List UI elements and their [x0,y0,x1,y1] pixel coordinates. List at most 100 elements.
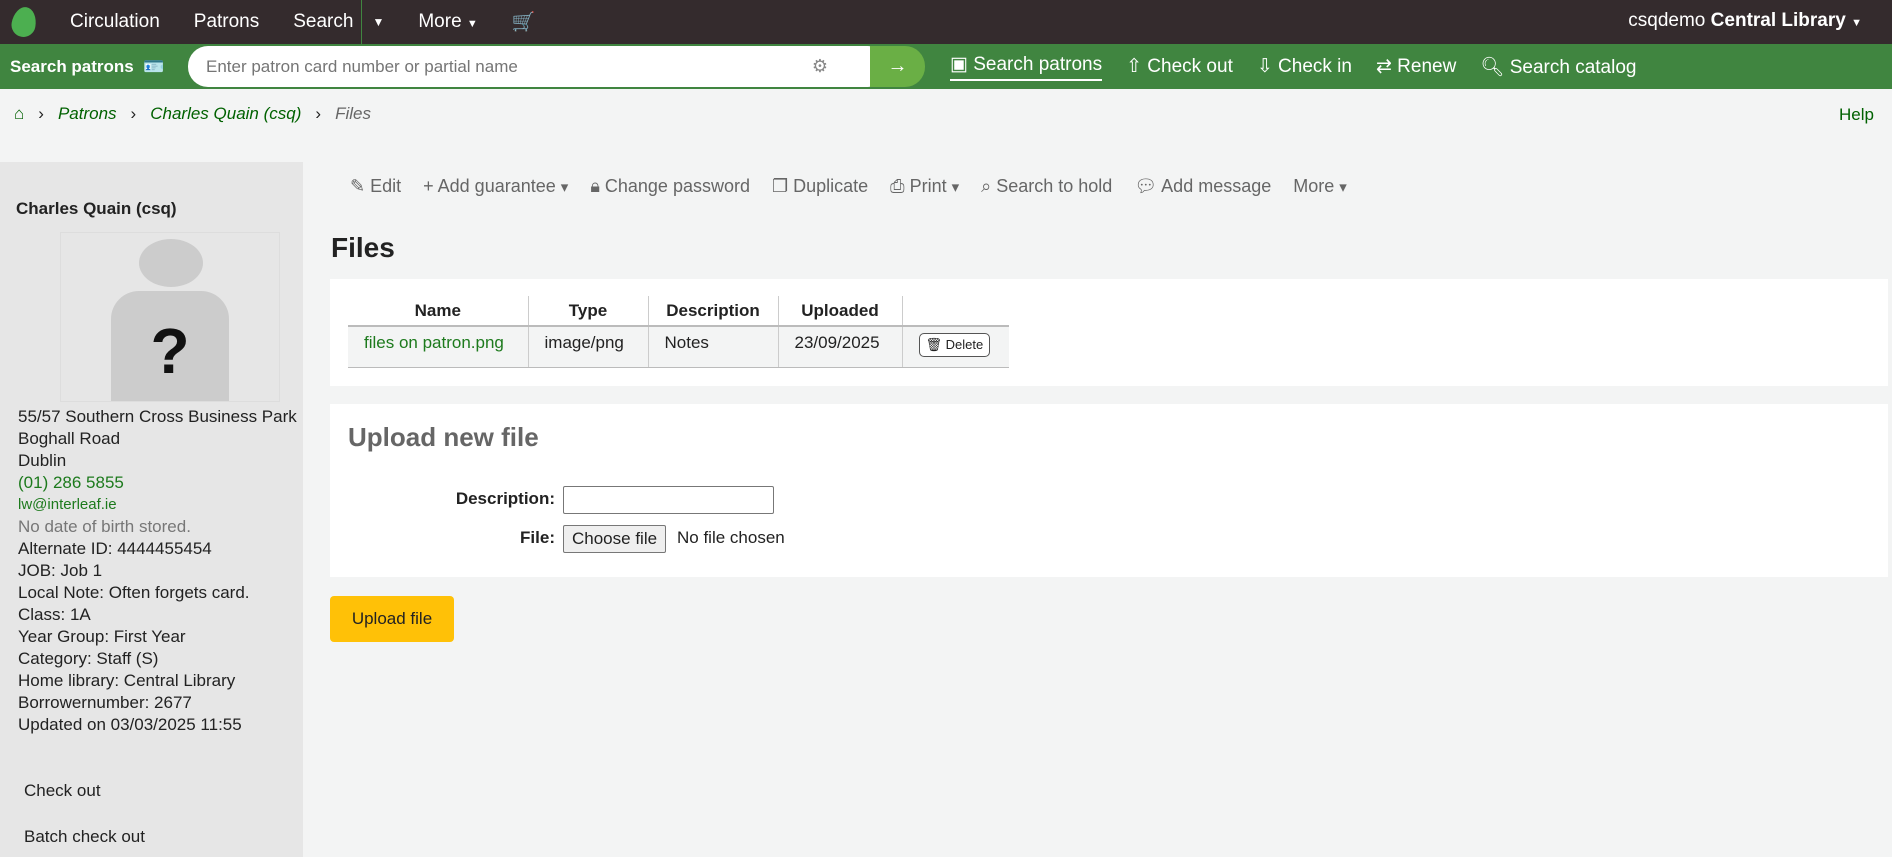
detail-line: JOB: Job 1 [18,561,103,580]
choose-file-button[interactable]: Choose file [563,525,667,553]
upload-panel: Upload new file Description: File: Choos… [330,404,1888,577]
detail-line: Updated on 03/03/2025 11:55 [18,715,242,734]
link-label: Search patrons [973,53,1103,75]
col-name[interactable]: Name [348,296,528,327]
patron-search-box: ⚙ [188,46,888,87]
change-password-button[interactable]: 🔒︎ Change password [590,176,750,197]
detail-line: Alternate ID: 4444455454 [18,539,212,558]
label: Change password [604,176,750,196]
search-label: Search patrons [10,56,134,76]
search-dropdown-icon[interactable]: ▼ [372,15,384,29]
search-to-hold-button[interactable]: ⌕ Search to hold [981,176,1112,197]
dob: No date of birth stored. [18,517,191,536]
files-table: Name Type Description Uploaded files on … [348,296,1009,368]
label: Edit [370,176,402,196]
label: Search to hold [996,176,1113,196]
file-type: image/png [527,326,648,368]
nav-search[interactable]: Search [293,11,353,33]
patron-photo-placeholder: ? [60,232,280,402]
nav-more[interactable]: More ▼ [418,11,477,33]
link-check-out[interactable]: ⇧ Check out [1126,55,1233,78]
col-uploaded[interactable]: Uploaded [777,296,902,327]
submit-arrow-button[interactable]: → [870,46,925,87]
patron-sidebar: Charles Quain (csq) ? 55/57 Southern Cro… [0,162,303,857]
label: Duplicate [793,176,869,196]
email-link[interactable]: lw@interleaf.ie [18,494,297,516]
detail-line: Category: Staff (S) [18,649,159,668]
id-card-icon: 🪪 [143,56,165,76]
file-name-link[interactable]: files on patron.png [348,326,528,368]
description-input[interactable] [563,486,774,514]
label: Add guarantee [437,176,556,196]
duplicate-button[interactable]: ❐ Duplicate [772,176,868,197]
search-bar: Search patrons 🪪 ⚙ → ▣ Search patrons ⇧ … [0,44,1892,89]
address-line: 55/57 Southern Cross Business Park [18,407,297,426]
add-guarantee-button[interactable]: + Add guarantee ▾ [423,176,568,197]
address-line: Dublin [18,451,67,470]
sidebar-check-out[interactable]: Check out [24,780,101,802]
label: More [1293,176,1335,196]
nav-patrons[interactable]: Patrons [194,11,259,33]
link-check-in[interactable]: ⇩ Check in [1257,55,1352,78]
search-patrons-tab[interactable]: Search patrons 🪪 [0,44,195,89]
link-label: Renew [1397,56,1457,77]
link-label: Search catalog [1509,56,1637,78]
cart-icon[interactable]: 🛒 [512,10,536,34]
link-search-patrons[interactable]: ▣ Search patrons [950,53,1103,81]
nav-more-label: More [418,11,462,32]
nav-circulation[interactable]: Circulation [70,11,160,33]
delete-button[interactable]: 🗑︎ Delete [918,333,991,357]
detail-line: Class: 1A [18,605,91,624]
upload-file-button[interactable]: Upload file [330,596,454,642]
more-button[interactable]: More ▾ [1293,176,1347,197]
link-renew[interactable]: ⇄ Renew [1376,55,1456,78]
divider [361,0,363,44]
detail-line: Borrowernumber: 2677 [18,693,192,712]
sidebar-batch-check-out[interactable]: Batch check out [24,826,145,848]
file-uploaded: 23/09/2025 [777,326,902,368]
patron-search-input[interactable] [206,56,806,77]
avatar-head [139,239,203,287]
add-message-button[interactable]: 💬︎ Add message [1134,176,1271,197]
table-row: files on patron.png image/png Notes 23/0… [348,326,1009,368]
detail-line: Local Note: Often forgets card. [18,583,250,602]
patron-name: Charles Quain (csq) [16,199,177,218]
file-label: File: [520,528,555,547]
koha-logo-icon[interactable] [9,5,39,39]
filter-sliders-icon[interactable]: ⚙ [812,56,828,77]
detail-line: Year Group: First Year [18,627,186,646]
col-actions [901,296,1009,327]
address-line: Boghall Road [18,429,121,448]
breadcrumb-patrons[interactable]: Patrons [58,104,117,124]
trash-icon: 🗑︎ [925,337,943,352]
page-title: Files [331,232,395,263]
breadcrumb: ⌂ › Patrons › Charles Quain (csq) › Files [14,104,371,124]
label: Print [909,176,947,196]
username: csqdemo [1628,10,1706,31]
top-nav: Circulation Patrons Search ▼ More ▼ 🛒 cs… [0,0,1892,44]
no-file-text: No file chosen [677,528,785,547]
breadcrumb-current: Files [335,104,371,123]
link-label: Check out [1147,56,1233,77]
edit-button[interactable]: ✎ Edit [350,176,401,197]
label: Add message [1161,176,1272,196]
description-label: Description: [455,489,555,508]
help-link[interactable]: Help [1839,105,1874,125]
phone-link[interactable]: (01) 286 5855 [18,472,297,494]
print-button[interactable]: ⎙ Print ▾ [890,176,959,197]
breadcrumb-patron[interactable]: Charles Quain (csq) [150,104,301,124]
patron-info: 55/57 Southern Cross Business Park Bogha… [18,406,297,736]
user-menu[interactable]: csqdemo Central Library ▼ [1628,10,1862,32]
link-label: Check in [1278,56,1352,77]
link-search-catalog[interactable]: 🔍︎ Search catalog [1480,55,1636,79]
col-description[interactable]: Description [647,296,778,327]
home-icon[interactable]: ⌂ [14,104,24,124]
avatar-body: ? [111,291,229,401]
file-description: Notes [647,326,778,368]
files-panel: Name Type Description Uploaded files on … [330,279,1888,386]
patron-toolbar: ✎ Edit + Add guarantee ▾ 🔒︎ Change passw… [350,176,1347,197]
library-name: Central Library [1710,10,1846,31]
detail-line: Home library: Central Library [18,671,236,690]
col-type[interactable]: Type [527,296,648,327]
upload-title: Upload new file [348,422,539,452]
